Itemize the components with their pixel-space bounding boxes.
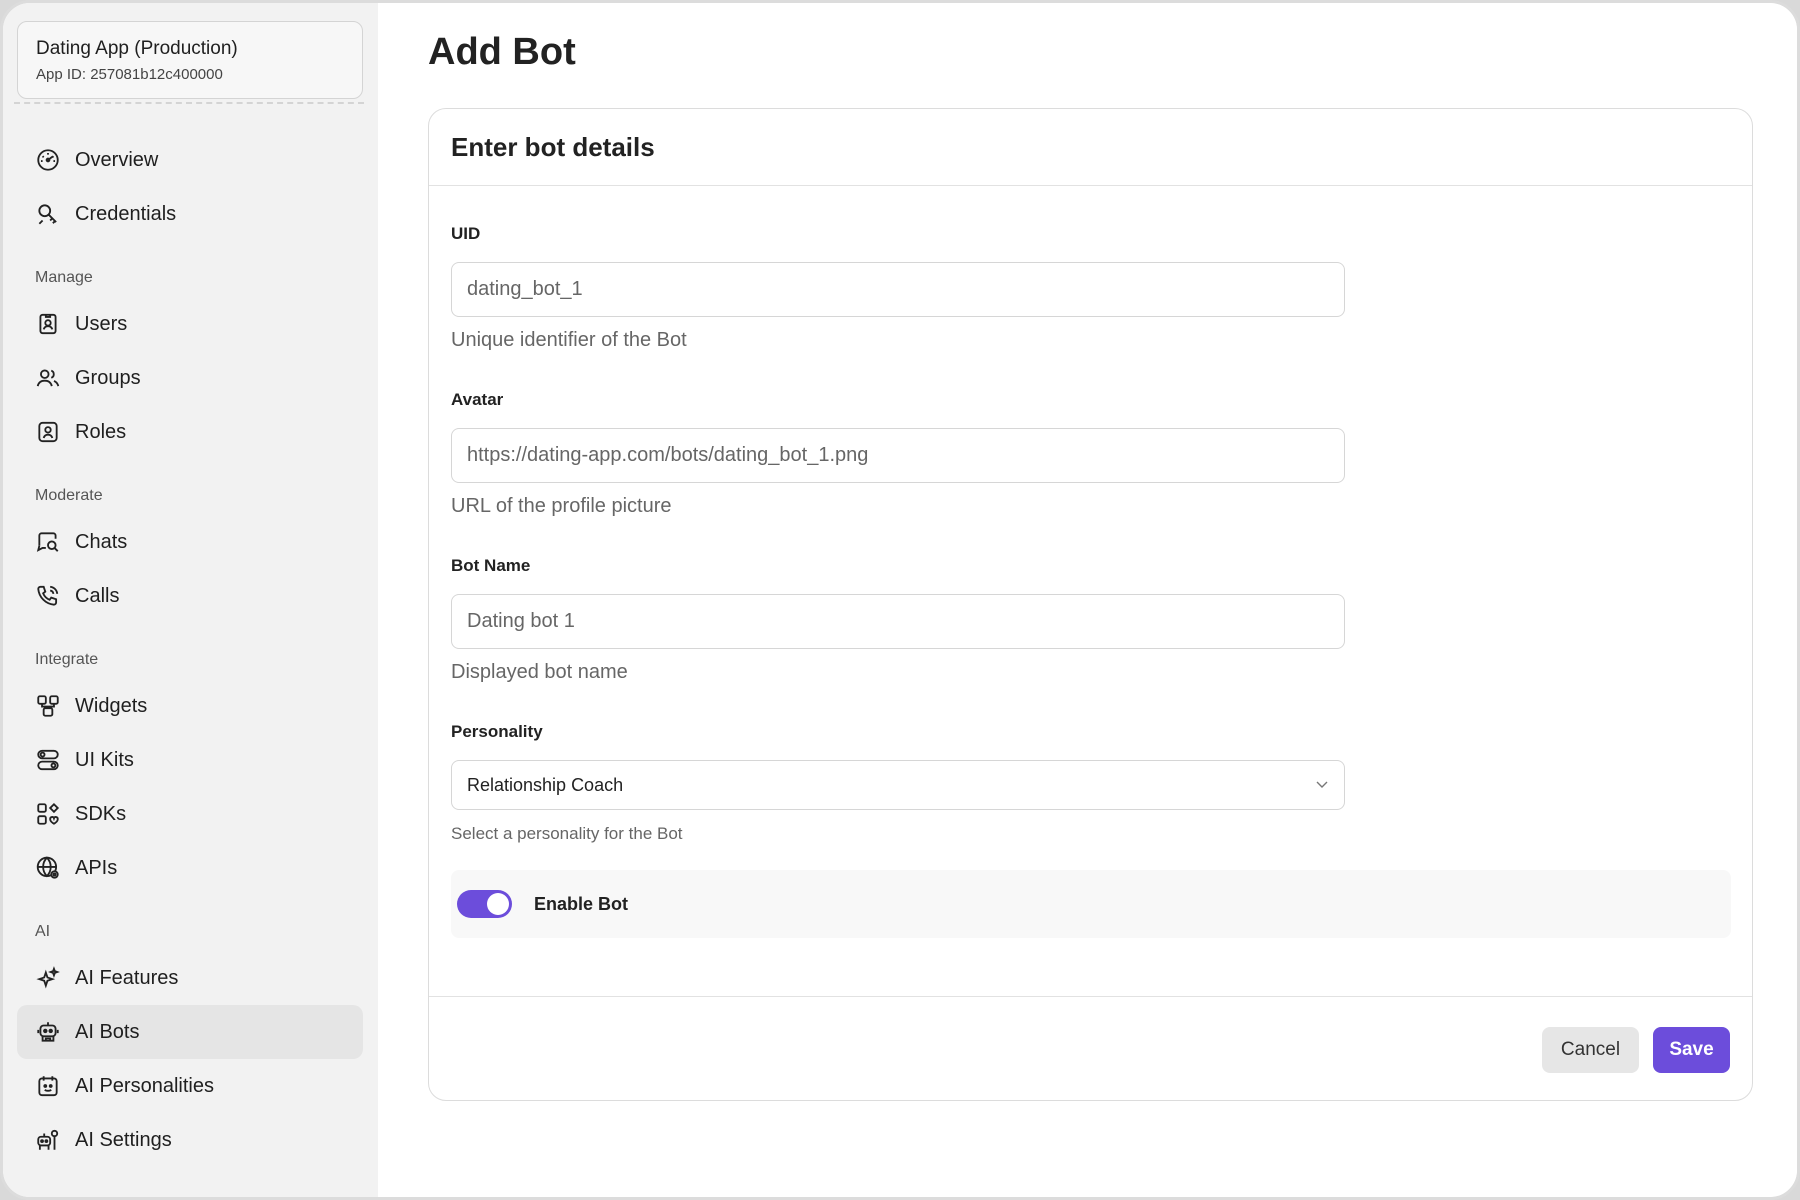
bot-name-help-text: Displayed bot name	[451, 661, 628, 683]
card-title: Enter bot details	[451, 131, 655, 162]
page-title: Add Bot	[428, 31, 576, 73]
key-icon	[35, 201, 61, 227]
sidebar-item-label: SDKs	[75, 802, 127, 825]
sidebar-item-label: Groups	[75, 366, 141, 389]
enable-bot-row: Enable Bot	[451, 870, 1731, 938]
uid-field-group: UID dating_bot_1 Unique identifier of th…	[451, 224, 1730, 352]
sidebar-item-label: UI Kits	[75, 748, 134, 771]
sidebar-item-calls[interactable]: Calls	[17, 569, 363, 623]
globe-icon	[35, 855, 61, 881]
sidebar-item-label: Overview	[75, 148, 159, 171]
sidebar-item-label: AI Settings	[75, 1128, 172, 1151]
sidebar-nav: Overview Credentials Manage Users Groups	[17, 133, 363, 1167]
sidebar-item-sdks[interactable]: SDKs	[17, 787, 363, 841]
sidebar-item-label: Roles	[75, 420, 127, 443]
sidebar-item-label: AI Bots	[75, 1020, 140, 1043]
sidebar-item-label: AI Features	[75, 966, 179, 989]
save-button[interactable]: Save	[1653, 1027, 1730, 1073]
personality-help-text: Select a personality for the Bot	[451, 824, 683, 843]
enable-bot-label: Enable Bot	[534, 893, 629, 914]
robot-settings-icon	[35, 1127, 61, 1153]
sidebar-item-ai-bots[interactable]: AI Bots	[17, 1005, 363, 1059]
personality-field-group: Personality Relationship Coach Select a …	[451, 722, 1730, 844]
sparkle-icon	[35, 965, 61, 991]
widgets-icon	[35, 693, 61, 719]
group-icon	[35, 365, 61, 391]
sidebar-item-roles[interactable]: Roles	[17, 405, 363, 459]
bot-details-card: Enter bot details UID dating_bot_1 Uniqu…	[428, 108, 1753, 1101]
sidebar-item-label: Credentials	[75, 202, 177, 225]
sidebar-item-widgets[interactable]: Widgets	[17, 679, 363, 733]
app-window: Dating App (Production) App ID: 257081b1…	[0, 0, 1800, 1200]
uid-help-text: Unique identifier of the Bot	[451, 329, 687, 351]
sdk-icon	[35, 801, 61, 827]
calendar-face-icon	[35, 1073, 61, 1099]
sidebar-item-users[interactable]: Users	[17, 297, 363, 351]
toggles-icon	[35, 747, 61, 773]
sidebar-item-chats[interactable]: Chats	[17, 515, 363, 569]
personality-label: Personality	[451, 722, 543, 741]
avatar-field-group: Avatar https://dating-app.com/bots/datin…	[451, 390, 1730, 518]
card-footer: Cancel Save	[429, 996, 1752, 1100]
bot-name-field-group: Bot Name Dating bot 1 Displayed bot name	[451, 556, 1730, 684]
bot-form: UID dating_bot_1 Unique identifier of th…	[429, 224, 1752, 938]
section-label-ai: AI	[35, 923, 51, 940]
sidebar-item-apis[interactable]: APIs	[17, 841, 363, 895]
bot-name-label: Bot Name	[451, 556, 531, 575]
sidebar-item-label: AI Personalities	[75, 1074, 214, 1097]
avatar-help-text: URL of the profile picture	[451, 495, 672, 517]
main-content: Add Bot Enter bot details UID dating_bot…	[378, 3, 1797, 1197]
app-id: App ID: 257081b12c400000	[36, 66, 223, 83]
section-label-integrate: Integrate	[35, 651, 99, 668]
avatar-label: Avatar	[451, 390, 504, 409]
robot-icon	[35, 1019, 61, 1045]
sidebar: Dating App (Production) App ID: 257081b1…	[3, 3, 378, 1197]
card-header: Enter bot details	[429, 109, 1752, 186]
sidebar-item-ai-settings[interactable]: AI Settings	[17, 1113, 363, 1167]
bot-name-input[interactable]: Dating bot 1	[451, 594, 1345, 649]
user-badge-icon	[35, 311, 61, 337]
sidebar-item-label: Chats	[75, 530, 128, 553]
sidebar-item-label: APIs	[75, 856, 118, 879]
sidebar-item-label: Users	[75, 312, 128, 335]
sidebar-item-ai-features[interactable]: AI Features	[17, 951, 363, 1005]
app-name: Dating App (Production)	[36, 38, 238, 59]
sidebar-item-overview[interactable]: Overview	[17, 133, 363, 187]
sidebar-item-label: Widgets	[75, 694, 148, 717]
avatar-input[interactable]: https://dating-app.com/bots/dating_bot_1…	[451, 428, 1345, 483]
sidebar-item-ai-personalities[interactable]: AI Personalities	[17, 1059, 363, 1113]
section-label-moderate: Moderate	[35, 487, 103, 504]
phone-icon	[35, 583, 61, 609]
uid-input[interactable]: dating_bot_1	[451, 262, 1345, 317]
personality-select[interactable]: Relationship Coach	[451, 760, 1345, 810]
cancel-button[interactable]: Cancel	[1542, 1027, 1639, 1073]
sidebar-item-ui-kits[interactable]: UI Kits	[17, 733, 363, 787]
dashboard-icon	[35, 147, 61, 173]
sidebar-item-label: Calls	[75, 584, 120, 607]
enable-bot-toggle[interactable]	[457, 890, 512, 918]
uid-label: UID	[451, 224, 481, 243]
personality-selected-value: Relationship Coach	[467, 774, 624, 795]
chat-search-icon	[35, 529, 61, 555]
section-label-manage: Manage	[35, 269, 93, 286]
app-switcher[interactable]: Dating App (Production) App ID: 257081b1…	[14, 21, 364, 104]
chevron-down-icon	[1315, 775, 1329, 796]
sidebar-item-groups[interactable]: Groups	[17, 351, 363, 405]
sidebar-item-credentials[interactable]: Credentials	[17, 187, 363, 241]
shield-user-icon	[35, 419, 61, 445]
